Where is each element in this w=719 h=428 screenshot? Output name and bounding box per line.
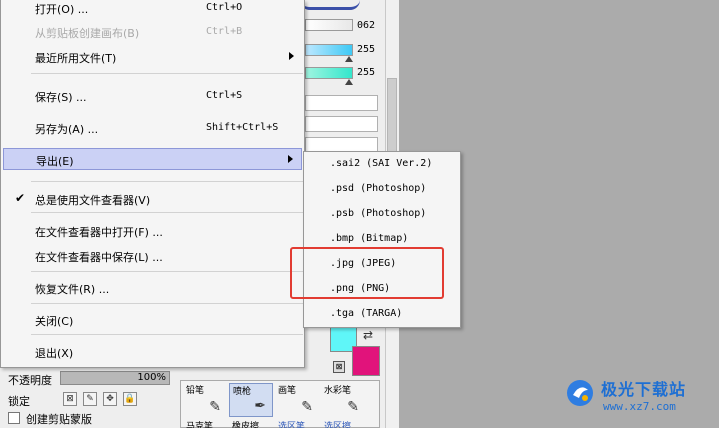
watermark-url: www.xz7.com (603, 400, 676, 413)
tool-pencil[interactable]: 铅笔 ✎ (183, 383, 227, 417)
menu-label: 另存为(A) ... (35, 123, 99, 136)
lock-label: 锁定 (8, 395, 30, 408)
lock-move-icon[interactable]: ✥ (103, 392, 117, 406)
menu-item-recover[interactable]: 恢复文件(R) ... (3, 277, 302, 299)
panel-field-1[interactable] (305, 95, 378, 111)
menu-shortcut: Ctrl+B (206, 26, 243, 37)
lock-transparency-icon[interactable]: ⊠ (63, 392, 77, 406)
tool-brush[interactable]: 画笔 ✎ (275, 383, 319, 417)
menu-item-save[interactable]: 保存(S) ... Ctrl+S (3, 85, 302, 107)
pencil-icon: ✎ (209, 399, 221, 415)
tool-watercolor[interactable]: 水彩笔 ✎ (321, 383, 365, 417)
checkmark-icon: ✔ (15, 191, 26, 205)
secondary-color-swatch[interactable] (352, 346, 380, 376)
tool-select-eraser[interactable]: 选区擦 (321, 419, 365, 428)
menu-item-close[interactable]: 关闭(C) (3, 309, 302, 331)
export-psb[interactable]: .psb (Photoshop) (306, 203, 458, 225)
menu-label: 恢复文件(R) ... (35, 283, 110, 296)
watercolor-icon: ✎ (347, 399, 359, 415)
tool-airbrush[interactable]: 喷枪 ✒ (229, 383, 273, 417)
menu-label: 退出(X) (35, 347, 74, 360)
menu-item-open-in-viewer[interactable]: 在文件查看器中打开(F) ... (3, 220, 302, 242)
brush-icon: ✎ (301, 399, 313, 415)
menu-item-new-from-clipboard[interactable]: 从剪贴板创建画布(B) Ctrl+B (3, 21, 302, 43)
menu-item-always-use-viewer[interactable]: ✔ 总是使用文件查看器(V) (3, 188, 302, 210)
menu-shortcut: Ctrl+S (206, 90, 243, 101)
export-sai2[interactable]: .sai2 (SAI Ver.2) (306, 153, 458, 175)
export-format-label: .psb (Photoshop) (330, 208, 427, 219)
opacity-value: 100% (137, 372, 166, 383)
swap-colors-icon[interactable]: ⇄ (363, 328, 373, 342)
export-format-label: .psd (Photoshop) (330, 183, 427, 194)
menu-item-save-as[interactable]: 另存为(A) ... Shift+Ctrl+S (3, 117, 302, 139)
menu-shortcut: Shift+Ctrl+S (206, 122, 279, 133)
slider-1[interactable] (305, 19, 353, 31)
clip-mask-label: 创建剪贴蒙版 (26, 413, 92, 426)
reset-colors-icon[interactable]: ⊠ (333, 361, 345, 373)
submenu-arrow-icon (289, 52, 294, 60)
menu-label: 总是使用文件查看器(V) (35, 194, 151, 207)
opacity-slider[interactable]: 100% (60, 371, 170, 385)
export-format-label: .bmp (Bitmap) (330, 233, 409, 244)
tool-select-pen[interactable]: 选区笔 (275, 419, 319, 428)
tool-label: 水彩笔 (324, 386, 352, 396)
slider-3[interactable] (305, 67, 353, 79)
menu-separator (31, 271, 303, 272)
menu-label: 从剪贴板创建画布(B) (35, 27, 140, 40)
watermark-title: 极光下载站 (601, 380, 687, 399)
slider-2-handle[interactable] (345, 56, 353, 62)
airbrush-icon: ✒ (254, 398, 266, 414)
tool-marker[interactable]: 马克笔 (183, 419, 227, 428)
slider-1-value: 062 (357, 20, 376, 31)
menu-label: 在文件查看器中保存(L) ... (35, 251, 163, 264)
menu-separator (31, 73, 303, 74)
tool-label: 铅笔 (186, 386, 205, 396)
menu-separator (31, 212, 303, 213)
menu-shortcut: Ctrl+O (206, 2, 243, 13)
menu-label: 最近所用文件(T) (35, 52, 117, 65)
menu-label: 关闭(C) (35, 315, 74, 328)
opacity-label: 不透明度 (8, 374, 52, 387)
menu-item-export[interactable]: 导出(E) (3, 148, 302, 170)
brush-preview-curve (300, 0, 360, 10)
menu-item-exit[interactable]: 退出(X) (3, 341, 302, 363)
slider-3-handle[interactable] (345, 79, 353, 85)
menu-item-save-in-viewer[interactable]: 在文件查看器中保存(L) ... (3, 245, 302, 267)
submenu-arrow-icon (288, 155, 293, 163)
menu-label: 导出(E) (36, 155, 74, 168)
menu-item-recent-files[interactable]: 最近所用文件(T) (3, 46, 302, 68)
slider-2-value: 255 (357, 44, 376, 55)
lock-all-icon[interactable]: 🔒 (123, 392, 137, 406)
slider-3-value: 255 (357, 67, 376, 78)
tool-eraser[interactable]: 橡皮擦 (229, 419, 273, 428)
menu-separator (31, 303, 303, 304)
menu-item-open[interactable]: 打开(O) ... Ctrl+O (3, 0, 302, 19)
slider-2[interactable] (305, 44, 353, 56)
tool-label: 画笔 (278, 386, 297, 396)
export-format-label: .tga (TARGA) (330, 308, 403, 319)
export-tga[interactable]: .tga (TARGA) (306, 303, 458, 325)
clip-mask-checkbox[interactable] (8, 412, 20, 424)
annotation-highlight-box (290, 247, 444, 299)
export-psd[interactable]: .psd (Photoshop) (306, 178, 458, 200)
menu-label: 保存(S) ... (35, 91, 87, 104)
tool-label: 喷枪 (233, 387, 252, 397)
menu-separator (31, 334, 303, 335)
watermark-logo-icon (567, 380, 593, 406)
watermark: 极光下载站 www.xz7.com (565, 372, 715, 426)
menu-label: 在文件查看器中打开(F) ... (35, 226, 163, 239)
panel-field-2[interactable] (305, 116, 378, 132)
file-menu: 打开(O) ... Ctrl+O 从剪贴板创建画布(B) Ctrl+B 最近所用… (0, 0, 305, 368)
brush-tool-panel: 铅笔 ✎ 喷枪 ✒ 画笔 ✎ 水彩笔 ✎ 马克笔 橡皮擦 选区笔 选区擦 (180, 380, 380, 428)
export-submenu: .sai2 (SAI Ver.2) .psd (Photoshop) .psb … (303, 151, 461, 328)
menu-separator (31, 181, 303, 182)
lock-paint-icon[interactable]: ✎ (83, 392, 97, 406)
menu-label: 打开(O) ... (35, 3, 89, 16)
export-format-label: .sai2 (SAI Ver.2) (330, 158, 433, 169)
